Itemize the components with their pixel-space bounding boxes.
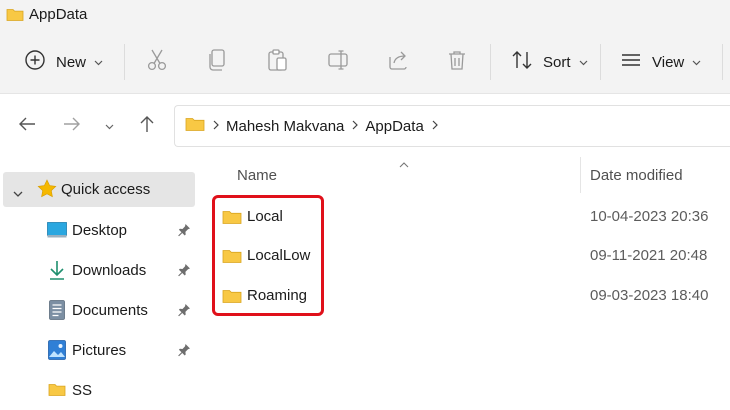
file-date-modified: 10-04-2023 20:36: [590, 208, 709, 225]
navigation-pane: Quick access Desktop Downloads Documents: [0, 157, 198, 410]
chevron-right-icon[interactable]: [432, 117, 438, 135]
breadcrumb-item[interactable]: AppData: [365, 118, 423, 135]
highlight-annotation-box: [212, 195, 324, 316]
forward-button[interactable]: [61, 115, 83, 137]
rename-icon: [327, 48, 351, 77]
command-bar: New Sort View: [0, 30, 730, 94]
sidebar-item-label: Documents: [72, 302, 148, 319]
sidebar-item-label: SS: [72, 382, 93, 399]
share-icon: [387, 49, 409, 76]
folder-icon: [185, 116, 205, 137]
sort-button[interactable]: Sort: [511, 30, 588, 94]
desktop-icon: [47, 222, 67, 243]
sort-label: Sort: [543, 53, 571, 71]
column-header-label: Date modified: [590, 167, 683, 184]
file-date-modified: 09-03-2023 18:40: [590, 287, 709, 304]
delete-button[interactable]: [447, 30, 467, 94]
sidebar-item-quick-access[interactable]: Quick access: [3, 172, 195, 207]
new-label: New: [56, 53, 87, 71]
file-date-modified: 09-11-2021 20:48: [590, 247, 708, 264]
column-header-label: Name: [237, 167, 278, 184]
pin-icon[interactable]: [177, 343, 191, 362]
column-header-date-modified[interactable]: Date modified: [581, 157, 730, 193]
sidebar-item-documents[interactable]: Documents: [0, 293, 198, 327]
chevron-down-icon: [579, 53, 588, 71]
share-button[interactable]: [387, 30, 409, 94]
arrow-left-icon: [18, 116, 36, 137]
view-button[interactable]: View: [621, 30, 701, 94]
rename-button[interactable]: [327, 30, 351, 94]
toolbar-divider: [490, 44, 491, 80]
view-list-icon: [621, 52, 641, 73]
recent-locations-button[interactable]: [98, 115, 120, 137]
plus-circle-icon: [24, 49, 46, 76]
toolbar-divider: [600, 44, 601, 80]
folder-icon: [48, 382, 66, 402]
toolbar-divider: [124, 44, 125, 80]
paste-button[interactable]: [267, 30, 289, 94]
arrow-right-icon: [63, 116, 81, 137]
chevron-down-icon: [94, 53, 103, 71]
paste-icon: [267, 48, 289, 77]
cut-icon: [146, 48, 168, 77]
star-icon: [37, 179, 57, 203]
copy-button[interactable]: [207, 30, 227, 94]
breadcrumb-item[interactable]: Mahesh Makvana: [226, 118, 344, 135]
delete-icon: [447, 49, 467, 76]
sidebar-item-downloads[interactable]: Downloads: [0, 253, 198, 287]
folder-icon: [6, 7, 24, 27]
pin-icon[interactable]: [177, 223, 191, 242]
window-title: AppData: [29, 6, 88, 23]
document-icon: [49, 300, 65, 325]
new-button[interactable]: New: [24, 30, 103, 94]
chevron-down-icon: [105, 117, 114, 135]
sidebar-item-label: Pictures: [72, 342, 127, 359]
chevron-down-icon: [13, 185, 23, 203]
view-label: View: [652, 53, 685, 71]
arrow-up-icon: [139, 115, 155, 138]
pin-icon[interactable]: [177, 303, 191, 322]
sidebar-item-label: Downloads: [72, 262, 147, 279]
sidebar-item-ss[interactable]: SS: [0, 373, 198, 407]
sidebar-item-desktop[interactable]: Desktop: [0, 213, 198, 247]
sidebar-item-label: Desktop: [72, 222, 128, 239]
sidebar-item-pictures[interactable]: Pictures: [0, 333, 198, 367]
column-header-name[interactable]: Name: [228, 157, 580, 193]
chevron-right-icon: [213, 117, 219, 135]
cut-button[interactable]: [146, 30, 168, 94]
copy-icon: [207, 48, 227, 77]
pin-icon[interactable]: [177, 263, 191, 282]
pictures-icon: [48, 340, 66, 365]
chevron-down-icon: [692, 53, 701, 71]
chevron-right-icon: [352, 117, 359, 135]
download-icon: [48, 260, 66, 285]
title-bar: AppData: [0, 0, 730, 30]
up-button[interactable]: [136, 115, 158, 137]
back-button[interactable]: [16, 115, 38, 137]
address-bar[interactable]: Mahesh Makvana AppData: [174, 105, 730, 147]
toolbar-divider: [722, 44, 723, 80]
sidebar-item-label: Quick access: [61, 181, 151, 198]
sort-icon: [511, 49, 533, 76]
